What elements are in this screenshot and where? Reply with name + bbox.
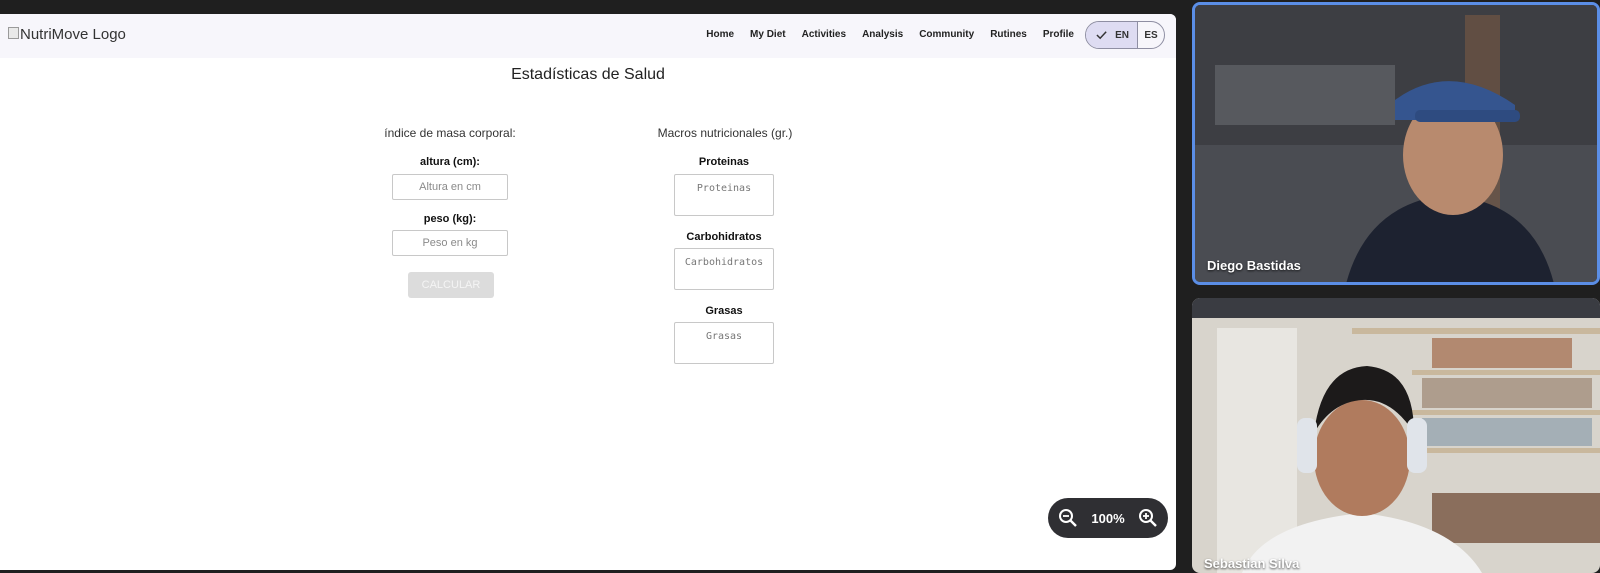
height-input[interactable] bbox=[392, 174, 508, 200]
nav-community[interactable]: Community bbox=[919, 29, 974, 40]
check-icon bbox=[1096, 31, 1107, 40]
macros-section-title: Macros nutricionales (gr.) bbox=[657, 126, 793, 140]
app-header: NutriMove Logo Home My Diet Activities A… bbox=[0, 14, 1176, 58]
lang-en-button[interactable]: EN bbox=[1086, 22, 1138, 48]
protein-input[interactable] bbox=[674, 174, 774, 216]
nav-activities[interactable]: Activities bbox=[802, 29, 846, 40]
logo-alt-text: NutriMove Logo bbox=[20, 26, 126, 43]
bmi-section-title: índice de masa corporal: bbox=[384, 126, 516, 140]
zoom-control: 100% bbox=[1048, 498, 1168, 538]
zoom-out-icon bbox=[1059, 509, 1077, 527]
zoom-in-icon bbox=[1139, 509, 1157, 527]
participant-name: Diego Bastidas bbox=[1207, 258, 1301, 273]
fat-input[interactable] bbox=[674, 322, 774, 364]
nav-home[interactable]: Home bbox=[706, 29, 734, 40]
language-toggle: EN ES bbox=[1085, 21, 1165, 49]
lang-es-button[interactable]: ES bbox=[1138, 22, 1164, 48]
main-nav: Home My Diet Activities Analysis Communi… bbox=[706, 29, 1074, 40]
shared-screen: NutriMove Logo Home My Diet Activities A… bbox=[0, 14, 1176, 570]
nav-profile[interactable]: Profile bbox=[1043, 29, 1074, 40]
participant-video bbox=[1195, 5, 1597, 282]
fat-label: Grasas bbox=[705, 305, 743, 317]
lang-es-label: ES bbox=[1144, 29, 1158, 41]
zoom-out-button[interactable] bbox=[1058, 508, 1078, 528]
weight-input[interactable] bbox=[392, 230, 508, 256]
participant-tile-1[interactable]: Diego Bastidas bbox=[1192, 2, 1600, 285]
participant-name: Sebastian Silva bbox=[1204, 556, 1300, 571]
height-label: altura (cm): bbox=[420, 156, 480, 168]
protein-label: Proteinas bbox=[698, 156, 750, 168]
weight-label: peso (kg): bbox=[423, 213, 477, 225]
nav-rutines[interactable]: Rutines bbox=[990, 29, 1027, 40]
nav-analysis[interactable]: Analysis bbox=[862, 29, 903, 40]
logo[interactable]: NutriMove Logo bbox=[8, 26, 126, 43]
participant-tile-2[interactable]: Sebastian Silva bbox=[1192, 298, 1600, 573]
broken-image-icon bbox=[8, 26, 19, 39]
participant-video bbox=[1192, 298, 1600, 573]
carbs-label: Carbohidratos bbox=[686, 231, 762, 243]
lang-en-label: EN bbox=[1115, 29, 1129, 41]
zoom-in-button[interactable] bbox=[1138, 508, 1158, 528]
carbs-input[interactable] bbox=[674, 248, 774, 290]
zoom-level: 100% bbox=[1091, 510, 1125, 526]
nav-my-diet[interactable]: My Diet bbox=[750, 29, 786, 40]
calculate-button[interactable]: CALCULAR bbox=[408, 272, 494, 298]
page-title: Estadísticas de Salud bbox=[511, 66, 665, 83]
